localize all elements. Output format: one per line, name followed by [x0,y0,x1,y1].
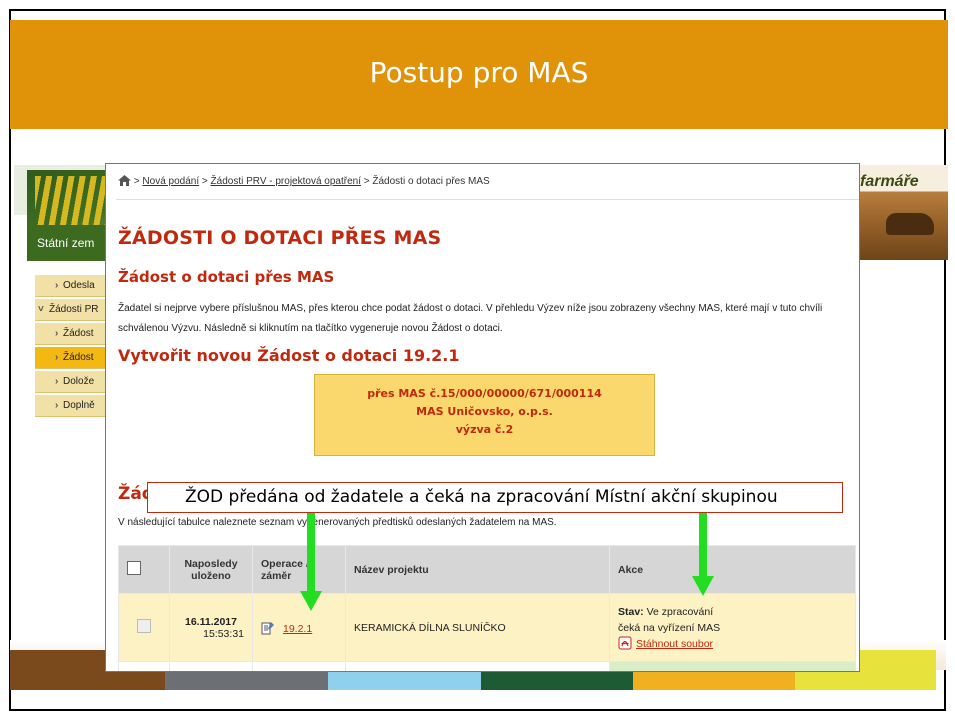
intro-text: Žadatel si nejprve vybere příslušnou MAS… [118,303,823,334]
document-edit-icon[interactable] [261,621,275,635]
project-name-cell: KERAMICKÁ DÍLNA SLUNÍČKO [345,593,610,662]
create-request-title: Vytvořit novou Žádost o dotaci 19.2.1 [118,346,460,365]
select-all-cell [118,545,170,594]
slide-title: Postup pro MAS [369,56,589,89]
breadcrumb: > Nová podání > Žádosti PRV - projektová… [118,175,490,187]
side-menu-item[interactable]: › Odesla [35,275,105,297]
table-row [118,661,856,671]
breadcrumb-link-prv-requests[interactable]: Žádosti PRV - projektová opatření [211,176,361,187]
requests-table: Naposledy uloženo Operace / záměr Název … [118,545,856,671]
list-description: V následující tabulce naleznete seznam v… [118,517,557,528]
status-detail: čeká na vyřízení MAS [618,621,721,634]
actions-cell: Stav: Ve zpracování čeká na vyřízení MAS… [609,593,856,662]
side-menu-item[interactable]: › Žádost [35,323,105,345]
org-name-label: Státní zem [27,225,109,261]
page-title: ŽÁDOSTI O DOTACI PŘES MAS [118,227,442,249]
header-operation[interactable]: Operace / záměr [252,545,346,594]
breadcrumb-divider [116,199,859,200]
table-row: 16.11.2017 15:53:31 19.2.1 KERAMICKÁ DÍL… [118,593,856,662]
home-icon[interactable] [118,175,131,186]
breadcrumb-link-new-submissions[interactable]: Nová podání [142,176,199,187]
background-side-menu: › Odesla ˅ Žádosti PR › Žádost › Žádost › Dol… [35,275,105,419]
table-header-row: Naposledy uloženo Operace / záměr Název … [118,545,856,594]
arrow-down-status [692,513,714,596]
callout-box: ŽOD předána od žadatele a čeká na zpraco… [147,482,843,513]
row-select-cell [118,593,170,662]
arrow-down-operation [300,513,322,611]
operation-cell: 19.2.1 [252,593,346,662]
row-checkbox[interactable] [137,619,151,633]
select-all-checkbox[interactable] [127,561,141,575]
download-file-link[interactable]: Stáhnout soubor [636,638,713,650]
saved-time: 15:53:31 [203,627,244,640]
header-actions: Akce [609,545,856,594]
pdf-icon [618,636,632,649]
status-value: Ve zpracování [646,605,714,618]
operation-link[interactable]: 19.2.1 [283,623,312,635]
side-menu-item-open[interactable]: ˅ Žádosti PR [35,299,105,321]
side-menu-item[interactable]: › Dolože [35,371,105,393]
saved-cell: 16.11.2017 15:53:31 [169,593,253,662]
slide-title-bar: Postup pro MAS [10,20,948,129]
portal-window: > Nová podání > Žádosti PRV - projektová… [105,163,860,672]
saved-date: 16.11.2017 [185,615,237,628]
side-menu-item[interactable]: › Doplně [35,395,105,417]
brand-word: farmáře [860,173,919,190]
header-saved[interactable]: Naposledy uloženo [169,545,253,594]
breadcrumb-current: Žádosti o dotaci přes MAS [372,176,490,187]
create-request-mas-button[interactable]: přes MAS č.15/000/00000/671/000114 MAS U… [314,374,655,456]
farmer-banner-image: farmáře [858,165,948,260]
cow-image [886,213,934,235]
section-title: Žádost o dotaci přes MAS [118,268,335,286]
side-menu-item-active[interactable]: › Žádost [35,347,105,369]
header-project[interactable]: Název projektu [345,545,610,594]
status-label: Stav: [618,605,644,618]
